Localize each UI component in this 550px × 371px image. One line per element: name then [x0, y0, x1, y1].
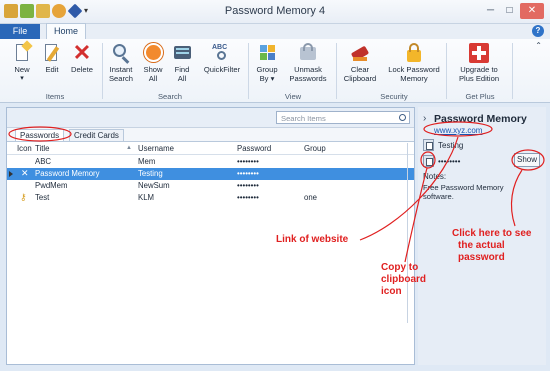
edit-pencil-icon [42, 43, 62, 63]
column-username[interactable]: Username [138, 144, 174, 153]
table-row[interactable]: ABC Mem •••••••• [7, 156, 414, 168]
column-icon[interactable]: Icon [17, 144, 33, 153]
details-password: •••••••• [438, 157, 461, 166]
ribbon: New ▾ Edit ✕ Delete Items Instant Search… [0, 39, 550, 103]
unmask-passwords-button[interactable]: Unmask Passwords [288, 43, 328, 83]
lock-memory-button[interactable]: Lock Password Memory [386, 43, 442, 83]
collapse-chevron-icon[interactable]: › [423, 113, 426, 124]
tab-file[interactable]: File [0, 24, 40, 39]
column-group[interactable]: Group [304, 144, 326, 153]
lock-icon [404, 43, 424, 63]
new-button[interactable]: New ▾ [10, 40, 34, 83]
close-button[interactable]: ✕ [520, 3, 544, 19]
key-icon: ⚷ [20, 192, 27, 202]
details-title: Password Memory [434, 113, 527, 125]
find-all-button[interactable]: Find All [170, 43, 194, 83]
notes-text: Free Password Memory software. [423, 183, 504, 201]
plus-icon [469, 43, 489, 63]
find-all-icon [172, 43, 192, 63]
table-row[interactable]: ⚷ Test KLM •••••••• one [7, 192, 414, 204]
quick-filter-icon: ABC [212, 43, 232, 63]
copy-password-icon[interactable] [423, 155, 434, 167]
tools-icon: ✕ [21, 168, 29, 178]
website-link[interactable]: www.xyz.com [434, 126, 482, 135]
tab-home[interactable]: Home [46, 23, 86, 39]
ribbon-tabs: File Home ? [0, 23, 550, 39]
column-header: Icon Title ▲ Username Password Group [7, 143, 414, 155]
clear-clipboard-button[interactable]: Clear Clipboard [340, 43, 380, 83]
title-bar: ▾ Password Memory 4 ─ □ ✕ [0, 0, 550, 24]
clear-clipboard-icon [350, 43, 370, 63]
show-all-icon [143, 43, 163, 63]
category-tabs: Passwords Credit Cards [7, 128, 414, 142]
table-row[interactable]: PwdMem NewSum •••••••• [7, 180, 414, 192]
annotation-link-text: Link of website [276, 234, 349, 245]
row-pointer-icon [9, 171, 13, 177]
copy-username-icon[interactable] [423, 139, 434, 151]
tab-passwords[interactable]: Passwords [15, 129, 65, 141]
magnifier-icon [111, 43, 131, 64]
group-label-items: Items [45, 92, 65, 101]
instant-search-button[interactable]: Instant Search [106, 43, 136, 83]
search-input[interactable]: Search Items [276, 111, 410, 124]
unmask-icon [298, 43, 318, 63]
group-label-view: View [284, 92, 302, 101]
table-row-selected[interactable]: ✕ Password Memory Testing •••••••• [7, 168, 414, 180]
tab-credit-cards[interactable]: Credit Cards [69, 129, 124, 141]
delete-button[interactable]: ✕ Delete [68, 40, 96, 75]
minimize-button[interactable]: ─ [482, 3, 499, 19]
upgrade-plus-button[interactable]: Upgrade to Plus Edition [452, 43, 506, 83]
search-icon[interactable] [399, 114, 406, 121]
show-all-button[interactable]: Show All [140, 43, 166, 83]
edit-button[interactable]: Edit [40, 43, 64, 74]
group-label-search: Search [157, 92, 183, 101]
help-icon[interactable]: ? [532, 25, 544, 37]
details-username: Testing [438, 141, 464, 150]
group-by-button[interactable]: Group By ▾ [252, 43, 282, 83]
delete-x-icon: ✕ [72, 40, 92, 65]
annotation-show-text: Click here to see the actual password [452, 228, 532, 263]
maximize-button[interactable]: □ [501, 3, 518, 19]
items-list-pane: Search Items Passwords Credit Cards Icon… [6, 107, 415, 365]
group-label-security: Security [380, 92, 408, 101]
collapse-ribbon-icon[interactable]: ⌃ [535, 41, 542, 50]
group-label-get-plus: Get Plus [465, 92, 495, 101]
annotation-copy-text: Copy to clipboard icon [381, 262, 427, 297]
window-title: Password Memory 4 [224, 5, 326, 17]
notes-label: Notes: [423, 172, 447, 181]
quick-filter-button[interactable]: ABC QuickFilter [200, 43, 244, 74]
sort-asc-icon: ▲ [126, 145, 132, 151]
show-password-button[interactable]: Show [514, 153, 540, 167]
column-password[interactable]: Password [237, 144, 271, 153]
new-document-icon [12, 40, 33, 63]
column-title[interactable]: Title [35, 144, 49, 153]
group-by-icon [257, 43, 277, 63]
